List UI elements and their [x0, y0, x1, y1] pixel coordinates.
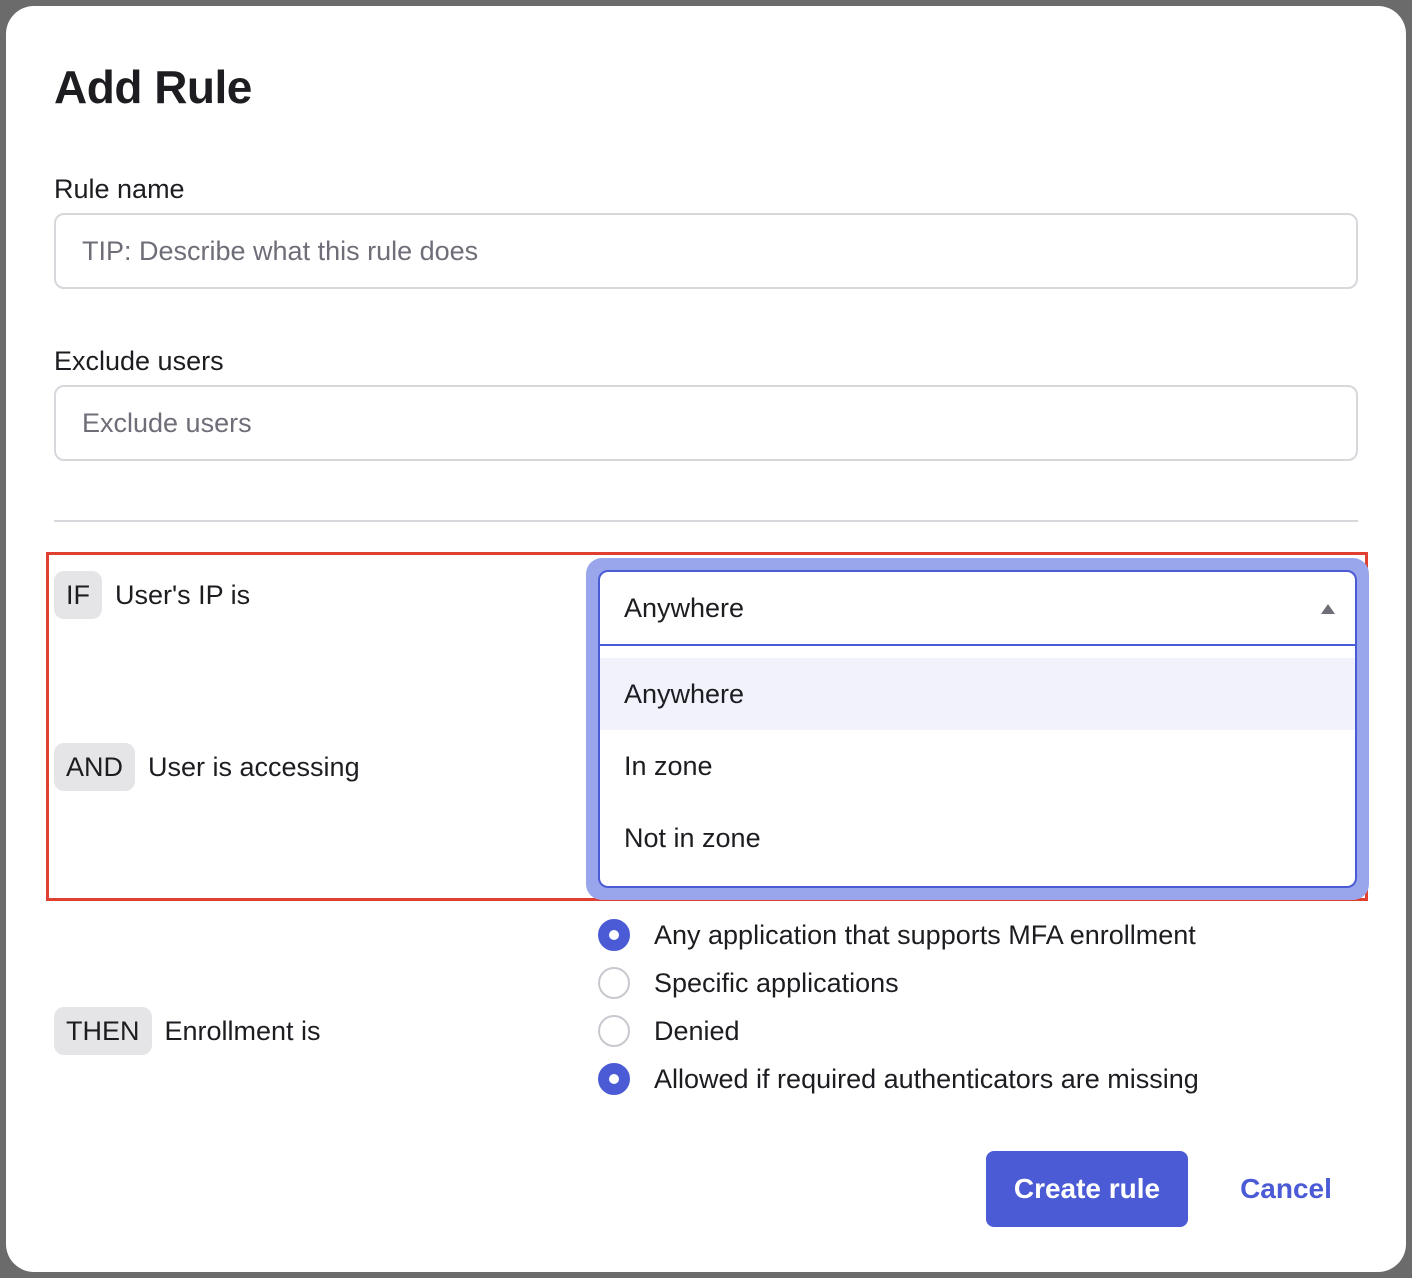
- ip-option-not-in-zone[interactable]: Not in zone: [600, 802, 1355, 874]
- then-condition-text: Enrollment is: [164, 1015, 321, 1046]
- radio-button-checked[interactable]: [598, 1063, 630, 1095]
- then-condition-row: THEN Enrollment is: [54, 1007, 321, 1055]
- radio-label: Specific applications: [654, 967, 899, 998]
- ip-option-anywhere[interactable]: Anywhere: [600, 658, 1355, 730]
- ip-select-menu: Anywhere In zone Not in zone: [598, 646, 1357, 888]
- ip-select[interactable]: Anywhere: [598, 570, 1357, 646]
- radio-allowed-if-missing[interactable]: Allowed if required authenticators are m…: [598, 1063, 1199, 1095]
- add-rule-modal: Add Rule Rule name Exclude users IF User…: [6, 6, 1406, 1272]
- radio-button-checked[interactable]: [598, 919, 630, 951]
- ip-select-focus-ring: Anywhere Anywhere In zone Not in zone: [586, 558, 1369, 900]
- radio-label: Denied: [654, 1015, 740, 1046]
- radio-any-application[interactable]: Any application that supports MFA enroll…: [598, 919, 1196, 951]
- rule-name-input[interactable]: [54, 213, 1358, 289]
- radio-button[interactable]: [598, 1015, 630, 1047]
- cancel-button[interactable]: Cancel: [1222, 1151, 1350, 1227]
- rule-name-label: Rule name: [54, 174, 185, 204]
- section-divider: [54, 520, 1358, 522]
- if-condition-row: IF User's IP is: [54, 571, 250, 619]
- radio-denied[interactable]: Denied: [598, 1015, 740, 1047]
- radio-label: Allowed if required authenticators are m…: [654, 1063, 1199, 1094]
- exclude-users-input[interactable]: [54, 385, 1358, 461]
- if-condition-text: User's IP is: [115, 579, 251, 610]
- ip-select-value: Anywhere: [624, 592, 745, 623]
- and-condition-row: AND User is accessing: [54, 743, 360, 791]
- then-keyword-pill: THEN: [54, 1007, 152, 1055]
- exclude-users-label: Exclude users: [54, 346, 224, 376]
- radio-button[interactable]: [598, 967, 630, 999]
- radio-specific-applications[interactable]: Specific applications: [598, 967, 899, 999]
- triangle-up-icon: [1321, 604, 1335, 614]
- ip-option-in-zone[interactable]: In zone: [600, 730, 1355, 802]
- create-rule-button[interactable]: Create rule: [986, 1151, 1188, 1227]
- and-condition-text: User is accessing: [148, 751, 360, 782]
- modal-title: Add Rule: [54, 61, 252, 113]
- if-keyword-pill: IF: [54, 571, 102, 619]
- and-keyword-pill: AND: [54, 743, 136, 791]
- radio-label: Any application that supports MFA enroll…: [654, 919, 1196, 950]
